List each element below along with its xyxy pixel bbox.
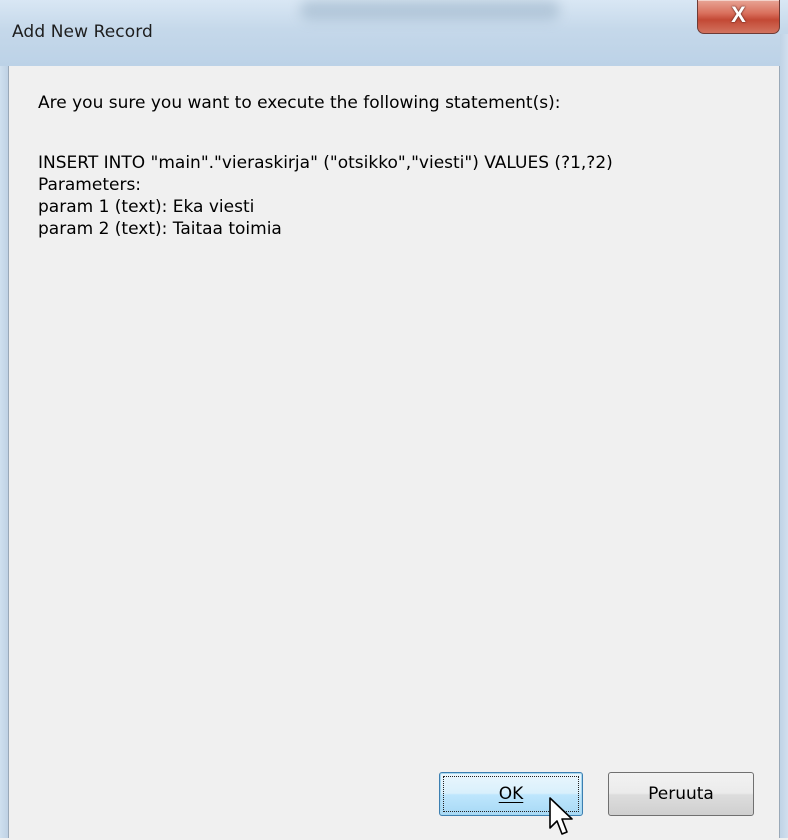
- window-frame-right: [780, 34, 788, 838]
- parameter-line: param 2 (text): Taitaa toimia: [38, 219, 282, 239]
- window-title: Add New Record: [12, 22, 153, 42]
- cancel-button[interactable]: Peruuta: [608, 772, 754, 816]
- parameter-line: param 1 (text): Eka viesti: [38, 197, 255, 217]
- mouse-pointer-icon: [549, 797, 573, 835]
- parameters-heading: Parameters:: [38, 175, 142, 195]
- cancel-button-label: Peruuta: [648, 784, 714, 804]
- sql-statement: INSERT INTO "main"."vieraskirja" ("otsik…: [38, 153, 613, 173]
- statement-block: INSERT INTO "main"."vieraskirja" ("otsik…: [38, 152, 613, 240]
- dialog-window: Add New Record X Are you sure you want t…: [0, 0, 788, 838]
- confirmation-question: Are you sure you want to execute the fol…: [38, 93, 561, 113]
- close-button[interactable]: X: [697, 0, 780, 34]
- title-bar-glow: [300, 0, 560, 20]
- close-icon: X: [731, 2, 746, 27]
- title-bar[interactable]: Add New Record X: [0, 0, 788, 66]
- window-frame-left: [0, 66, 8, 838]
